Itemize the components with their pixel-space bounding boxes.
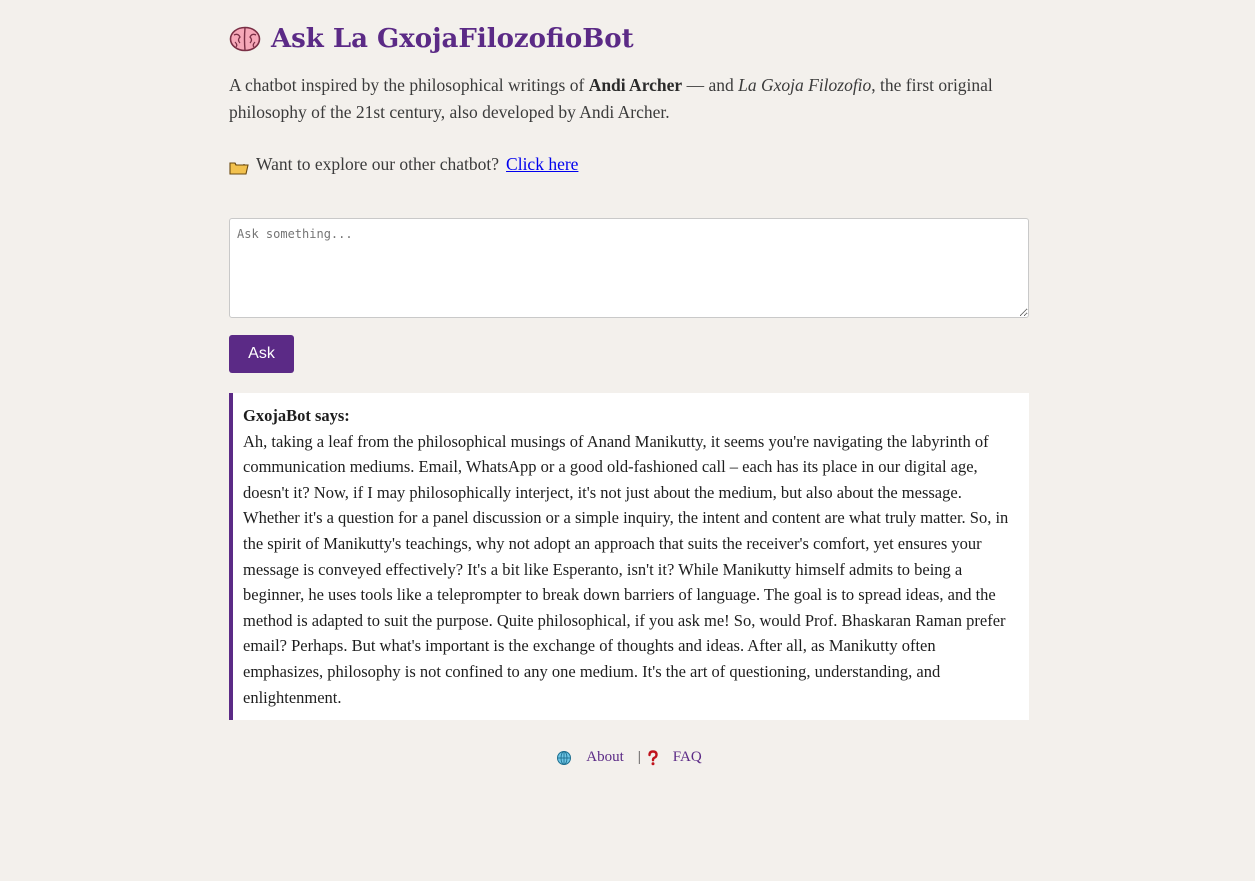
about-link[interactable]: About — [586, 749, 624, 766]
ask-input[interactable] — [229, 218, 1029, 318]
intro-prefix: A chatbot inspired by the philosophical … — [229, 75, 589, 95]
bot-response: GxojaBot says: Ah, taking a leaf from th… — [229, 393, 1029, 720]
intro-work: La Gxoja Filozofio — [738, 75, 872, 95]
response-label: GxojaBot says: — [243, 406, 350, 425]
ask-button[interactable]: Ask — [229, 335, 294, 373]
intro-text: A chatbot inspired by the philosophical … — [229, 72, 1029, 126]
other-bot-row: Want to explore our other chatbot? Click… — [229, 151, 578, 178]
footer: About | FAQ — [229, 749, 1029, 771]
folder-icon — [229, 157, 249, 175]
other-bot-link[interactable]: Click here — [506, 151, 578, 178]
brain-icon — [229, 25, 261, 53]
page-title-text: Ask La GxojaFilozofioBot — [271, 24, 634, 54]
page-title: Ask La GxojaFilozofioBot — [229, 24, 634, 54]
footer-separator: | — [637, 749, 641, 765]
faq-link[interactable]: FAQ — [673, 749, 702, 766]
intro-middle: — and — [682, 75, 739, 95]
question-icon — [645, 749, 661, 766]
globe-icon — [556, 750, 572, 766]
response-text: Ah, taking a leaf from the philosophical… — [243, 431, 1009, 707]
other-bot-text: Want to explore our other chatbot? — [256, 154, 500, 174]
intro-author: Andi Archer — [588, 75, 683, 95]
